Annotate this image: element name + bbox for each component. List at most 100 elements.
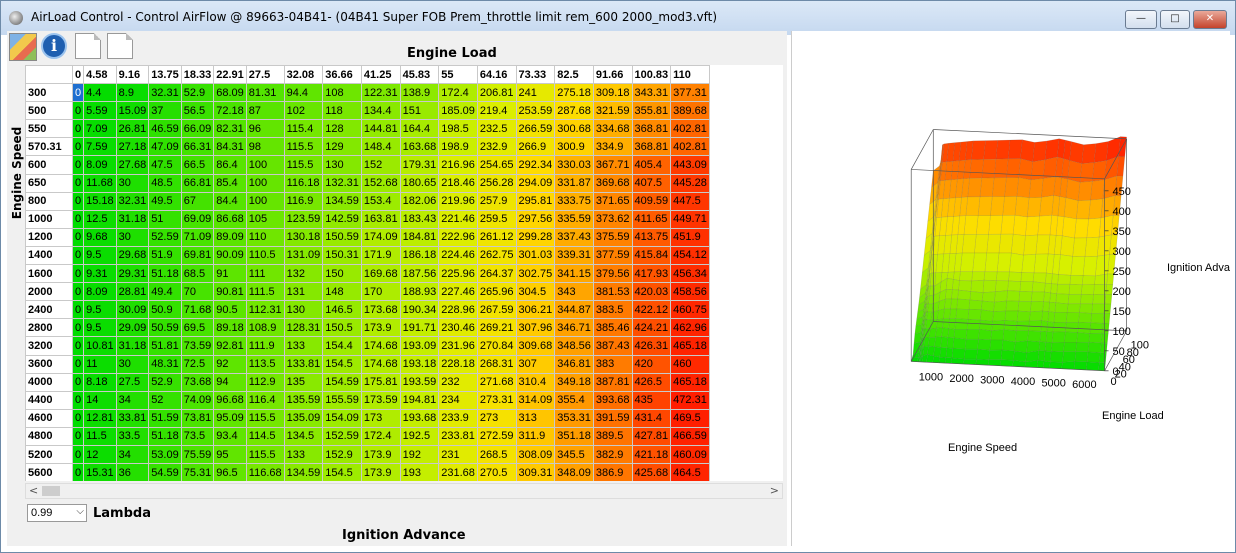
table-cell[interactable]: 95 [213,444,247,465]
table-cell[interactable]: 116.4 [245,390,285,410]
table-cell[interactable]: 70 [180,282,215,302]
table-cell[interactable]: 224.46 [438,245,478,266]
table-cell[interactable]: 150.5 [322,318,362,338]
table-cell[interactable]: 66.81 [180,173,215,193]
table-cell[interactable]: 262.75 [476,245,517,266]
table-cell[interactable]: 153.4 [360,191,401,211]
table-cell[interactable]: 37 [148,101,182,121]
table-cell[interactable]: 11.5 [83,426,117,446]
table-cell[interactable]: 348.56 [554,336,594,356]
table-cell[interactable]: 108.9 [245,318,285,338]
table-cell[interactable]: 391.59 [592,408,633,428]
table-cell[interactable]: 8.9 [115,83,150,103]
table-cell[interactable]: 92.81 [213,336,247,356]
table-cell[interactable]: 383 [592,354,633,374]
table-cell[interactable]: 0 [71,408,85,428]
table-cell[interactable]: 415.84 [631,245,672,266]
table-cell[interactable]: 306.21 [515,300,556,320]
table-cell[interactable]: 51.59 [148,408,182,428]
table-cell[interactable]: 29.31 [115,264,150,284]
table-cell[interactable]: 267.59 [476,300,517,320]
table-cell[interactable]: 174.68 [360,354,401,374]
table-cell[interactable]: 343.31 [631,83,672,103]
table-cell[interactable]: 346.81 [554,354,594,374]
table-cell[interactable]: 152.68 [360,173,401,193]
table-cell[interactable]: 371.65 [592,191,633,211]
table-cell[interactable]: 349.18 [554,372,594,392]
table-cell[interactable]: 273 [476,408,517,428]
table-cell[interactable]: 270.5 [476,463,517,481]
table-cell[interactable]: 72.5 [180,354,215,374]
table-cell[interactable]: 261.12 [476,227,517,247]
table-cell[interactable]: 460.75 [670,300,710,320]
table-cell[interactable]: 424.21 [631,318,672,338]
table-cell[interactable]: 175.81 [360,372,401,392]
table-cell[interactable]: 206.81 [476,83,517,103]
table-cell[interactable]: 0 [71,354,85,374]
table-cell[interactable]: 118 [322,101,362,121]
table-cell[interactable]: 0 [71,463,85,481]
table-cell[interactable]: 449.71 [670,209,710,229]
table-cell[interactable]: 36 [115,463,150,481]
table-cell[interactable]: 198.5 [438,119,478,139]
table-cell[interactable]: 219.4 [476,101,517,121]
table-cell[interactable]: 134.59 [322,191,362,211]
table-cell[interactable]: 393.68 [592,390,633,410]
table-cell[interactable]: 66.09 [180,119,215,139]
table-cell[interactable]: 98 [245,137,285,157]
table-cell[interactable]: 68.5 [180,264,215,284]
table-cell[interactable]: 310.4 [515,372,556,392]
table-cell[interactable]: 190.34 [399,300,440,320]
table-cell[interactable]: 0 [71,390,85,410]
table-cell[interactable]: 130 [283,300,324,320]
table-cell[interactable]: 264.37 [476,264,517,284]
table-cell[interactable]: 309.18 [592,83,633,103]
table-cell[interactable]: 344.87 [554,300,594,320]
table-cell[interactable]: 427.81 [631,426,672,446]
table-cell[interactable]: 188.93 [399,282,440,302]
table-cell[interactable]: 49.5 [148,191,182,211]
table-cell[interactable]: 72.18 [213,101,247,121]
table-cell[interactable]: 130.18 [283,227,324,247]
table-cell[interactable]: 193.18 [399,354,440,374]
table-cell[interactable]: 144.81 [360,119,401,139]
table-cell[interactable]: 216.96 [438,155,478,175]
table-cell[interactable]: 84.4 [213,191,247,211]
minimize-button[interactable]: — [1125,10,1157,29]
table-cell[interactable]: 150.31 [322,245,362,266]
table-cell[interactable]: 111.5 [245,282,285,302]
table-cell[interactable]: 0 [71,372,85,392]
table-cell[interactable]: 31.18 [115,209,150,229]
table-cell[interactable]: 9.5 [83,318,117,338]
table-cell[interactable]: 50.59 [148,318,182,338]
table-cell[interactable]: 96.5 [213,463,247,481]
table-cell[interactable]: 230.46 [438,318,478,338]
table-cell[interactable]: 375.59 [592,227,633,247]
table-cell[interactable]: 292.34 [515,155,556,175]
table-cell[interactable]: 52.9 [180,83,215,103]
table-cell[interactable]: 148 [322,282,362,302]
table-cell[interactable]: 154.4 [322,336,362,356]
table-cell[interactable]: 111 [245,264,285,284]
table-cell[interactable]: 302.75 [515,264,556,284]
table-cell[interactable]: 29.09 [115,318,150,338]
table-cell[interactable]: 304.5 [515,282,556,302]
table-cell[interactable]: 460 [670,354,710,374]
table-cell[interactable]: 173.9 [360,463,401,481]
table-cell[interactable]: 426.5 [631,372,672,392]
table-cell[interactable]: 132.31 [322,173,362,193]
table-cell[interactable]: 92 [213,354,247,374]
table-cell[interactable]: 180.65 [399,173,440,193]
table-cell[interactable]: 377.31 [670,83,710,103]
table-cell[interactable]: 30 [115,227,150,247]
table-cell[interactable]: 128 [322,119,362,139]
table-cell[interactable]: 232.9 [476,137,517,157]
document-icon[interactable] [107,33,133,59]
table-cell[interactable]: 172.4 [438,83,478,103]
table-cell[interactable]: 266.9 [515,137,556,157]
table-cell[interactable]: 465.18 [670,336,710,356]
table-cell[interactable]: 0 [71,264,85,284]
table-cell[interactable]: 386.9 [592,463,633,481]
table-cell[interactable]: 73.59 [180,336,215,356]
table-cell[interactable]: 112.31 [245,300,285,320]
